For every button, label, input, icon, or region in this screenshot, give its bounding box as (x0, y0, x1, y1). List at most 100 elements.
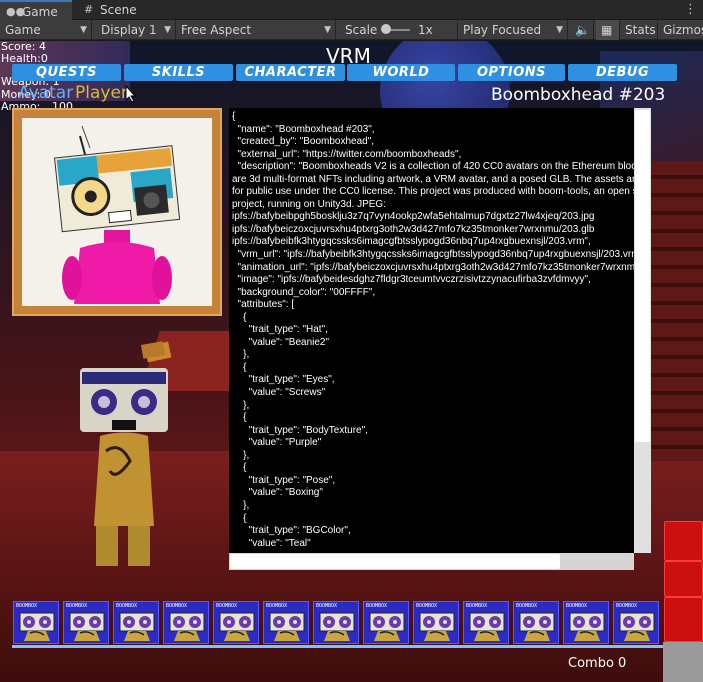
metadata-line: "value": "Beanie2" (232, 336, 330, 348)
metadata-line: "vrm_url": "ipfs://bafybeibfk3htygqcssks… (232, 249, 634, 261)
player-character (80, 341, 172, 566)
inventory-slot[interactable]: BOOMBOX (163, 601, 209, 644)
aspect-dropdown[interactable]: Free Aspect ▼ (176, 20, 336, 40)
metadata-line: }, (232, 499, 250, 511)
metadata-line: "name": "Boomboxhead #203", (232, 123, 375, 135)
boombox-item-icon (569, 612, 605, 641)
inventory-slot[interactable]: BOOMBOX (463, 601, 509, 644)
metadata-line: { (232, 361, 247, 373)
inventory-slot[interactable]: BOOMBOX (313, 601, 359, 644)
metadata-vertical-scroll-thumb[interactable] (635, 110, 650, 442)
mute-audio-button[interactable]: 🔈 (570, 20, 594, 40)
combo-progress-bar (12, 645, 663, 648)
metadata-horizontal-scroll-thumb[interactable] (230, 554, 560, 569)
inventory-slot-label: BOOMBOX (66, 603, 88, 609)
inventory-slot-label: BOOMBOX (516, 603, 538, 609)
chevron-down-icon: ▼ (556, 25, 563, 35)
metadata-line: { (232, 512, 247, 524)
boombox-item-icon (319, 612, 355, 641)
play-mode-dropdown[interactable]: Play Focused ▼ (458, 20, 568, 40)
boombox-item-icon (369, 612, 405, 641)
metadata-line: "trait_type": "Eyes", (232, 374, 335, 386)
red-action-button-3[interactable] (664, 597, 703, 642)
inventory-slot-label: BOOMBOX (366, 603, 388, 609)
player-label: Player (75, 83, 128, 103)
inventory-slot-label: BOOMBOX (166, 603, 188, 609)
combo-label: Combo 0 (568, 656, 627, 671)
inventory-slot[interactable]: BOOMBOX (13, 601, 59, 644)
gizmos-button[interactable]: Gizmos (658, 20, 703, 40)
inventory-slot[interactable]: BOOMBOX (363, 601, 409, 644)
editor-tab-strip: ●● Game # Scene ⋮ (0, 0, 703, 20)
options-menu-button[interactable]: OPTIONS (458, 64, 565, 81)
inventory-slot[interactable]: BOOMBOX (513, 601, 559, 644)
play-mode-value: Play Focused (463, 23, 542, 37)
display-dropdown[interactable]: Display 1 ▼ (96, 20, 176, 40)
metadata-line: ipfs://bafybeibpgh5bosklju3z7q7vyn4ookp2… (232, 211, 595, 223)
inventory-slot[interactable]: BOOMBOX (113, 601, 159, 644)
resolution-button[interactable]: ▦ (596, 20, 620, 40)
nft-name-label: Boomboxhead #203 (491, 85, 666, 105)
metadata-line: { (232, 462, 247, 474)
metadata-line: "attributes": [ (232, 299, 295, 311)
speaker-icon: 🔈 (575, 23, 590, 37)
metadata-line: { (232, 412, 247, 424)
inventory-slot[interactable]: BOOMBOX (563, 601, 609, 644)
metadata-line: "trait_type": "Pose", (232, 474, 336, 486)
gamepad-icon: ●● (6, 5, 26, 18)
boombox-item-icon (119, 612, 155, 641)
character-menu-button[interactable]: CHARACTER (236, 64, 345, 81)
quests-menu-button[interactable]: QUESTS (12, 64, 121, 81)
metadata-line: "value": "Screws" (232, 387, 326, 399)
tab-scene[interactable]: # Scene (78, 0, 158, 20)
inventory-slot-label: BOOMBOX (316, 603, 338, 609)
skills-menu-button[interactable]: SKILLS (124, 64, 233, 81)
scale-slider-handle[interactable] (381, 24, 391, 34)
metadata-line: "external_url": "https://twitter.com/boo… (232, 148, 462, 160)
inventory-slot-label: BOOMBOX (216, 603, 238, 609)
health-label: Health:0 (1, 52, 48, 65)
metadata-line: "description": "Boomboxheads V2 is a col… (237, 161, 634, 173)
inventory-slot-label: BOOMBOX (466, 603, 488, 609)
chevron-down-icon: ▼ (164, 25, 171, 35)
red-action-button-1[interactable] (664, 521, 703, 561)
inventory-slot-label: BOOMBOX (566, 603, 588, 609)
boombox-item-icon (169, 612, 205, 641)
inventory-scroll-panel[interactable] (663, 642, 703, 682)
inventory-slot[interactable]: BOOMBOX (63, 601, 109, 644)
metadata-line: }, (232, 449, 250, 461)
display-mode-value: Game (5, 23, 41, 37)
unity-editor: ●● Game # Scene ⋮ Game ▼ Display 1 ▼ Fre… (0, 0, 703, 682)
nft-metadata-panel[interactable]: { "name": "Boomboxhead #203", "created_b… (229, 108, 634, 553)
inventory-slot[interactable]: BOOMBOX (613, 601, 659, 644)
metadata-line: are 3d multi-format NFTs including artwo… (232, 173, 634, 185)
inventory-slot[interactable]: BOOMBOX (413, 601, 459, 644)
boombox-item-icon (269, 612, 305, 641)
debug-menu-button[interactable]: DEBUG (568, 64, 677, 81)
red-action-button-2[interactable] (664, 561, 703, 597)
metadata-line: "trait_type": "BGColor", (232, 525, 351, 537)
tab-game[interactable]: ●● Game (0, 0, 72, 20)
avatar-label: Avatar (18, 83, 74, 103)
speech-bubble-icon (140, 341, 166, 359)
boombox-item-icon (519, 612, 555, 641)
boombox-item-icon (419, 612, 455, 641)
inventory-slot[interactable]: BOOMBOX (213, 601, 259, 644)
scale-value: 1x (418, 23, 433, 37)
inventory-slot-label: BOOMBOX (16, 603, 38, 609)
inventory-slot-label: BOOMBOX (266, 603, 288, 609)
metadata-line: }, (232, 399, 250, 411)
metadata-line: ipfs://bafybeiczoxcjuvrsxhu4ptxrg3oth2w3… (232, 223, 595, 235)
metadata-line: }, (232, 349, 250, 361)
tab-scene-label: Scene (100, 3, 137, 17)
more-options-icon[interactable]: ⋮ (684, 2, 697, 17)
metadata-line: "image": "ipfs://bafybeidesdghz7fldgr3tc… (232, 274, 591, 286)
resolution-icon: ▦ (601, 23, 613, 37)
metadata-line: "animation_url": "ipfs://bafybeiczoxcjuv… (237, 261, 634, 273)
inventory-slot[interactable]: BOOMBOX (263, 601, 309, 644)
metadata-line: "value": "Purple" (232, 437, 322, 449)
display-mode-dropdown[interactable]: Game ▼ (0, 20, 92, 40)
stats-button[interactable]: Stats (620, 20, 658, 40)
metadata-line: "value": "Boxing" (232, 487, 323, 499)
world-menu-button[interactable]: WORLD (347, 64, 455, 81)
